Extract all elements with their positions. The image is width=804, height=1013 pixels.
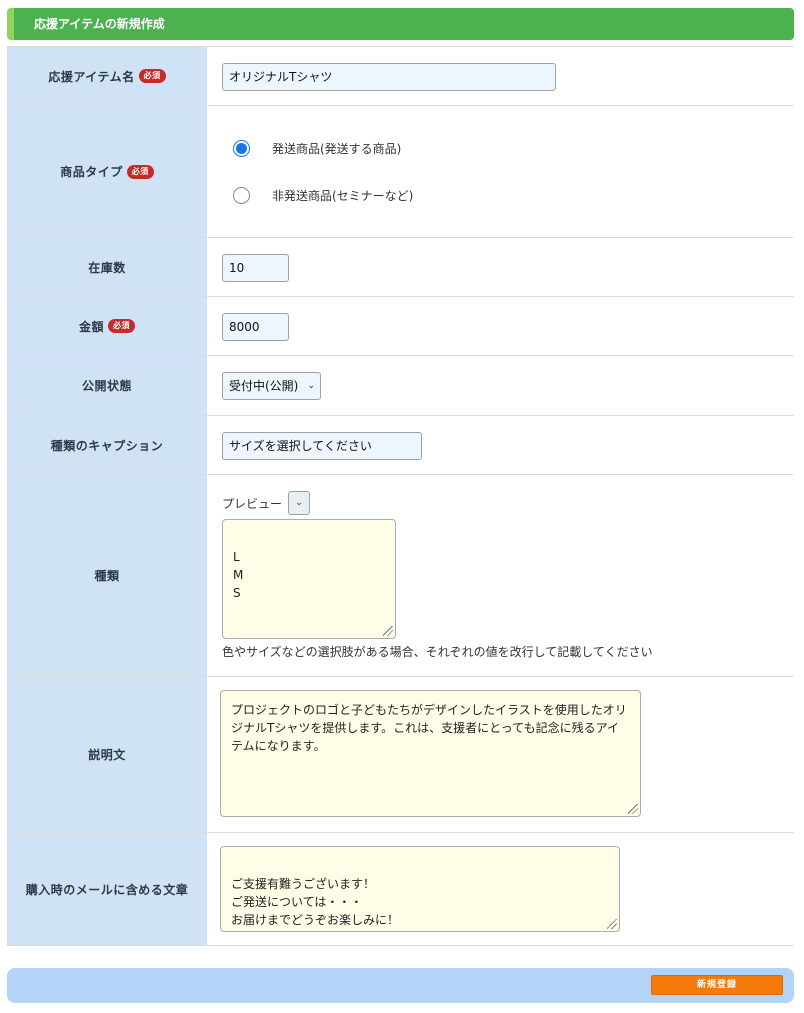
radio-shipping-button[interactable] bbox=[233, 140, 250, 157]
label-price: 金額 必須 bbox=[7, 297, 207, 355]
description-value: プロジェクトのロゴと子どもたちがデザインしたイラストを使用したオリジナルTシャツ… bbox=[231, 703, 627, 753]
variants-value: L M S bbox=[233, 550, 244, 600]
resize-handle[interactable] bbox=[628, 804, 638, 814]
label-product-type: 商品タイプ 必須 bbox=[7, 106, 207, 237]
radio-non-shipping[interactable]: 非発送商品(セミナーなど) bbox=[233, 187, 413, 204]
preview-select[interactable]: ⌄ bbox=[288, 491, 311, 515]
variant-caption-label: 種類のキャプション bbox=[50, 438, 164, 453]
page-title: 応援アイテムの新規作成 bbox=[7, 8, 794, 40]
form-footer: 新規登録 bbox=[7, 968, 794, 1003]
label-purchase-mail: 購入時のメールに含める文章 bbox=[7, 833, 207, 945]
variants-textarea[interactable]: L M S bbox=[222, 519, 396, 639]
required-badge: 必須 bbox=[108, 319, 135, 333]
row-purchase-mail: 購入時のメールに含める文章 ご支援有難うございます！ ご発送については・・・ お… bbox=[7, 832, 794, 946]
price-input[interactable]: 8000 bbox=[222, 313, 289, 341]
item-name-input[interactable]: オリジナルTシャツ bbox=[222, 63, 556, 91]
required-badge: 必須 bbox=[126, 164, 154, 179]
label-stock: 在庫数 bbox=[7, 238, 207, 296]
item-form: 応援アイテム名 必須 オリジナルTシャツ 商品タイプ 必須 発送商品(発送する商… bbox=[7, 46, 794, 946]
submit-button[interactable]: 新規登録 bbox=[651, 975, 783, 995]
resize-handle[interactable] bbox=[383, 626, 393, 636]
row-product-type: 商品タイプ 必須 発送商品(発送する商品) 非発送商品(セミナーなど) bbox=[7, 105, 794, 237]
row-description: 説明文 プロジェクトのロゴと子どもたちがデザインしたイラストを使用したオリジナル… bbox=[7, 676, 794, 832]
chevron-down-icon: ⌄ bbox=[295, 498, 303, 508]
row-status: 公開状態 受付中(公開) ⌄ bbox=[7, 355, 794, 415]
label-description: 説明文 bbox=[7, 677, 207, 832]
variants-label: 種類 bbox=[94, 569, 120, 583]
status-label: 公開状態 bbox=[81, 379, 132, 393]
variant-caption-input[interactable]: サイズを選択してください bbox=[222, 432, 422, 460]
purchase-mail-label: 購入時のメールに含める文章 bbox=[25, 882, 189, 897]
chevron-down-icon: ⌄ bbox=[307, 381, 315, 391]
item-name-label: 応援アイテム名 bbox=[48, 69, 135, 84]
purchase-mail-textarea[interactable]: ご支援有難うございます！ ご発送については・・・ お届けまでどうぞお楽しみに！ bbox=[220, 846, 620, 932]
label-variant-caption: 種類のキャプション bbox=[7, 416, 207, 474]
preview-label: プレビュー bbox=[222, 496, 283, 511]
resize-handle[interactable] bbox=[607, 919, 617, 929]
row-variant-caption: 種類のキャプション サイズを選択してください bbox=[7, 415, 794, 474]
variant-preview: プレビュー ⌄ bbox=[222, 491, 311, 515]
product-type-label: 商品タイプ bbox=[60, 165, 123, 179]
radio-shipping-label: 発送商品(発送する商品) bbox=[272, 142, 402, 156]
required-badge: 必須 bbox=[138, 69, 166, 83]
status-select[interactable]: 受付中(公開) ⌄ bbox=[222, 372, 321, 400]
purchase-mail-value: ご支援有難うございます！ ご発送については・・・ お届けまでどうぞお楽しみに！ bbox=[231, 877, 400, 927]
label-item-name: 応援アイテム名 必須 bbox=[7, 47, 207, 105]
stock-input[interactable]: 10 bbox=[222, 254, 289, 282]
description-textarea[interactable]: プロジェクトのロゴと子どもたちがデザインしたイラストを使用したオリジナルTシャツ… bbox=[220, 690, 641, 817]
variants-hint: 色やサイズなどの選択肢がある場合、それぞれの値を改行して記載してください bbox=[222, 645, 653, 659]
row-stock: 在庫数 10 bbox=[7, 237, 794, 296]
stock-label: 在庫数 bbox=[88, 260, 126, 275]
label-status: 公開状態 bbox=[7, 356, 207, 415]
label-variants: 種類 bbox=[7, 475, 207, 676]
row-item-name: 応援アイテム名 必須 オリジナルTシャツ bbox=[7, 46, 794, 105]
description-label: 説明文 bbox=[88, 748, 126, 762]
status-selected-value: 受付中(公開) bbox=[229, 379, 299, 393]
row-variants: 種類 プレビュー ⌄ L M S 色やサイズなどの選択肢がある場合、それぞれの値… bbox=[7, 474, 794, 676]
row-price: 金額 必須 8000 bbox=[7, 296, 794, 355]
radio-non-shipping-button[interactable] bbox=[233, 187, 250, 204]
radio-non-shipping-label: 非発送商品(セミナーなど) bbox=[272, 189, 414, 203]
price-label: 金額 bbox=[78, 319, 104, 334]
radio-shipping[interactable]: 発送商品(発送する商品) bbox=[233, 140, 401, 157]
